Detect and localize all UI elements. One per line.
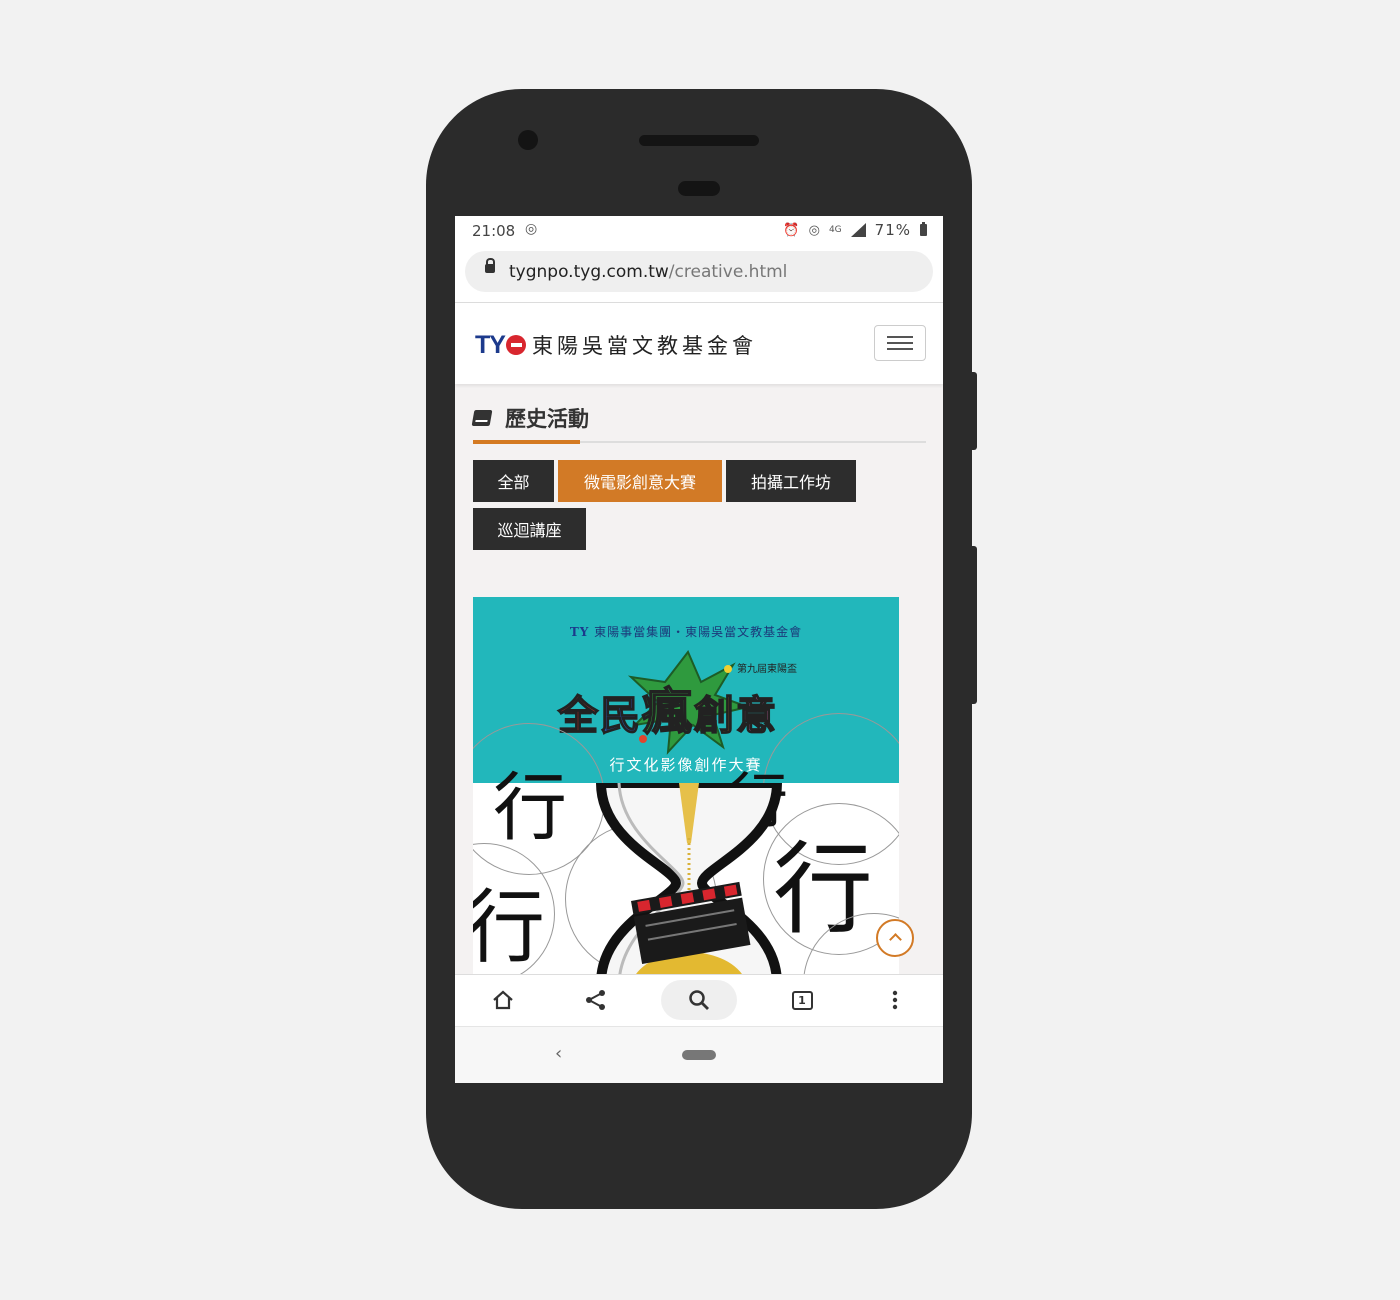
front-camera	[518, 130, 538, 150]
poster-headline: 全民瘋創意	[557, 672, 778, 744]
status-bar: 21:08 ◎ ⏰ ◎ 4G 71%	[455, 216, 943, 246]
hotspot-icon: ◎	[808, 222, 820, 238]
tabs-button[interactable]: 1	[787, 985, 817, 1015]
alarm-icon: ⏰	[783, 222, 800, 238]
search-icon	[684, 985, 714, 1015]
signal-icon	[850, 223, 866, 237]
share-icon[interactable]	[581, 985, 611, 1015]
book-icon	[471, 410, 493, 426]
filter-lecture-button[interactable]: 巡迴講座	[473, 508, 586, 550]
home-icon[interactable]	[488, 985, 518, 1015]
address-bar[interactable]: tygnpo.tyg.com.tw/creative.html	[465, 251, 933, 292]
filter-workshop-button[interactable]: 拍攝工作坊	[726, 460, 856, 502]
status-time: 21:08	[472, 222, 516, 240]
headline-char-3: 瘋	[641, 682, 694, 742]
network-type: 4G	[828, 225, 842, 235]
battery-icon	[920, 222, 927, 236]
filter-all-button[interactable]: 全部	[473, 460, 554, 502]
filter-micro-film-button[interactable]: 微電影創意大賽	[558, 460, 722, 502]
volume-button	[971, 372, 977, 450]
stamp-glyph: 行	[493, 765, 567, 851]
event-poster[interactable]: TY 東陽事當集團・東陽吳當文教基金會 第九屆東陽盃 全民瘋創意 行文化影像創作…	[473, 597, 899, 975]
hourglass-graphic	[595, 783, 783, 975]
url-path: /creative.html	[668, 262, 788, 282]
phone-screen: 21:08 ◎ ⏰ ◎ 4G 71% tygnpo.tyg.com.tw/cre…	[455, 216, 943, 1083]
headline-char-4: 創	[693, 692, 736, 740]
home-gesture-pill[interactable]	[682, 1050, 716, 1060]
poster-org-mark: TY	[569, 625, 590, 639]
hamburger-icon	[887, 336, 913, 338]
hotspot-icon: ◎	[525, 221, 538, 237]
scroll-to-top-button[interactable]	[876, 919, 914, 957]
logo-g-icon	[505, 335, 526, 355]
url-host: tygnpo.tyg.com.tw	[509, 262, 669, 282]
headline-char-5: 意	[735, 692, 778, 740]
poster-org-text: 東陽事當集團・東陽吳當文教基金會	[594, 625, 803, 639]
logo-name: 東陽吳當文教基金會	[531, 334, 757, 358]
power-button	[971, 546, 977, 704]
back-icon[interactable]: ‹	[555, 1043, 562, 1064]
site-header: TY 東陽吳當文教基金會	[455, 303, 943, 384]
more-options-icon[interactable]	[880, 985, 910, 1015]
earpiece-speaker	[639, 135, 759, 146]
section-title: 歷史活動	[505, 407, 589, 431]
browser-toolbar: tygnpo.tyg.com.tw/creative.html	[455, 246, 943, 303]
headline-char-2: 民	[599, 692, 642, 740]
heading-accent-bar	[473, 440, 580, 444]
lock-icon	[485, 258, 495, 273]
browser-bottom-bar: 1	[455, 974, 943, 1026]
proximity-sensor	[678, 181, 720, 196]
poster-artwork: 行 行 行 行	[473, 713, 899, 975]
tabs-icon: 1	[791, 990, 813, 1010]
section-heading: 歷史活動	[471, 403, 589, 433]
menu-toggle-button[interactable]	[874, 325, 926, 361]
logo-mark: TY	[475, 330, 506, 359]
system-nav-bar: ‹	[455, 1026, 943, 1083]
poster-org: TY 東陽事當集團・東陽吳當文教基金會	[473, 623, 899, 640]
site-logo[interactable]: TY 東陽吳當文教基金會	[475, 330, 757, 360]
stamp-glyph: 行	[473, 881, 545, 974]
battery-level: 71%	[874, 221, 911, 239]
tab-count: 1	[798, 993, 806, 1007]
